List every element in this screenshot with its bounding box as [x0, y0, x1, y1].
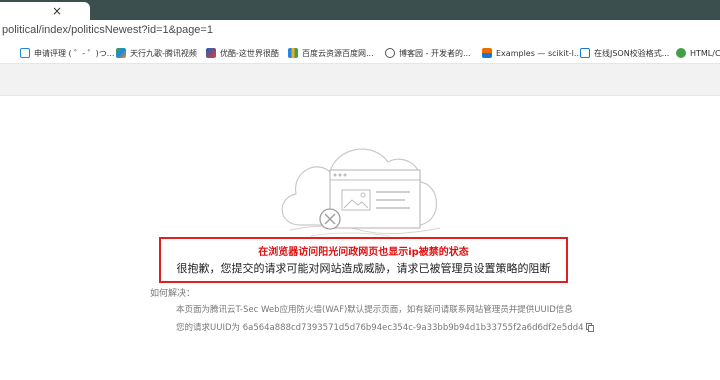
chart-icon — [482, 48, 492, 58]
bookmark-label: 在线JSON校验格式... — [594, 48, 670, 58]
bookmark-label: 博客园 - 开发者的... — [399, 48, 471, 58]
blocked-cloud-illustration — [281, 148, 441, 237]
new-tab-icon[interactable]: + — [74, 0, 87, 20]
tv-icon — [20, 48, 30, 58]
baidu-icon — [288, 48, 298, 58]
bookmark-item[interactable]: 申请评理 ( ゜- ゜)つ... — [20, 46, 114, 60]
bookmark-item[interactable]: HTML/C — [676, 46, 720, 60]
play-icon — [116, 48, 126, 58]
bookmark-item[interactable]: Examples — scikit-l... — [482, 46, 581, 60]
bookmark-item[interactable]: 优酷-这世界很酷 — [206, 46, 279, 60]
bookmark-item[interactable]: 天行九歌-腾讯视频 — [116, 46, 197, 60]
bookmark-label: 百度云资源百度网... — [302, 48, 374, 58]
tab-strip: × + — [0, 0, 720, 20]
bookmark-label: 优酷-这世界很酷 — [220, 48, 279, 58]
uuid-text[interactable]: 您的请求UUID为 6a564a888cd7393571d5d76b94ec35… — [176, 321, 584, 333]
bookmark-item[interactable]: 百度云资源百度网... — [288, 46, 374, 60]
address-bar[interactable]: political/index/politicsNewest?id=1&page… — [0, 20, 720, 42]
bookmark-label: HTML/C — [690, 48, 720, 58]
close-tab-icon[interactable]: × — [52, 3, 62, 19]
bookmarks-bar: 申请评理 ( ゜- ゜)つ... 天行九歌-腾讯视频 优酷-这世界很酷 百度云资… — [0, 42, 720, 64]
copy-icon[interactable] — [585, 322, 594, 332]
bookmark-label: Examples — scikit-l... — [496, 48, 582, 58]
html-icon — [676, 48, 686, 58]
bookmark-label: 天行九歌-腾讯视频 — [130, 48, 197, 58]
cnblogs-icon — [385, 48, 395, 58]
bookmark-item[interactable]: 博客园 - 开发者的... — [385, 46, 471, 60]
howto-heading: 如何解决： — [150, 289, 196, 299]
waf-description: 本页面为腾讯云T-Sec Web应用防火墙(WAF)默认提示页面，如有疑问请联系… — [176, 305, 573, 315]
page-header-band — [0, 64, 720, 96]
annotation-box: 在浏览器访问阳光问政网页也显示ip被禁的状态 很抱歉，您提交的请求可能对网站造成… — [159, 237, 568, 283]
youku-icon — [206, 48, 216, 58]
json-icon — [580, 48, 590, 58]
bookmark-label: 申请评理 ( ゜- ゜)つ... — [34, 48, 115, 58]
bookmark-item[interactable]: 在线JSON校验格式... — [580, 46, 669, 60]
url-text[interactable]: political/index/politicsNewest?id=1&page… — [2, 24, 213, 36]
annotation-title: 在浏览器访问阳光问政网页也显示ip被禁的状态 — [258, 247, 469, 258]
block-message: 很抱歉，您提交的请求可能对网站造成威胁，请求已被管理员设置策略的阻断 — [176, 262, 551, 275]
uuid-line: 您的请求UUID为 6a564a888cd7393571d5d76b94ec35… — [176, 321, 594, 333]
